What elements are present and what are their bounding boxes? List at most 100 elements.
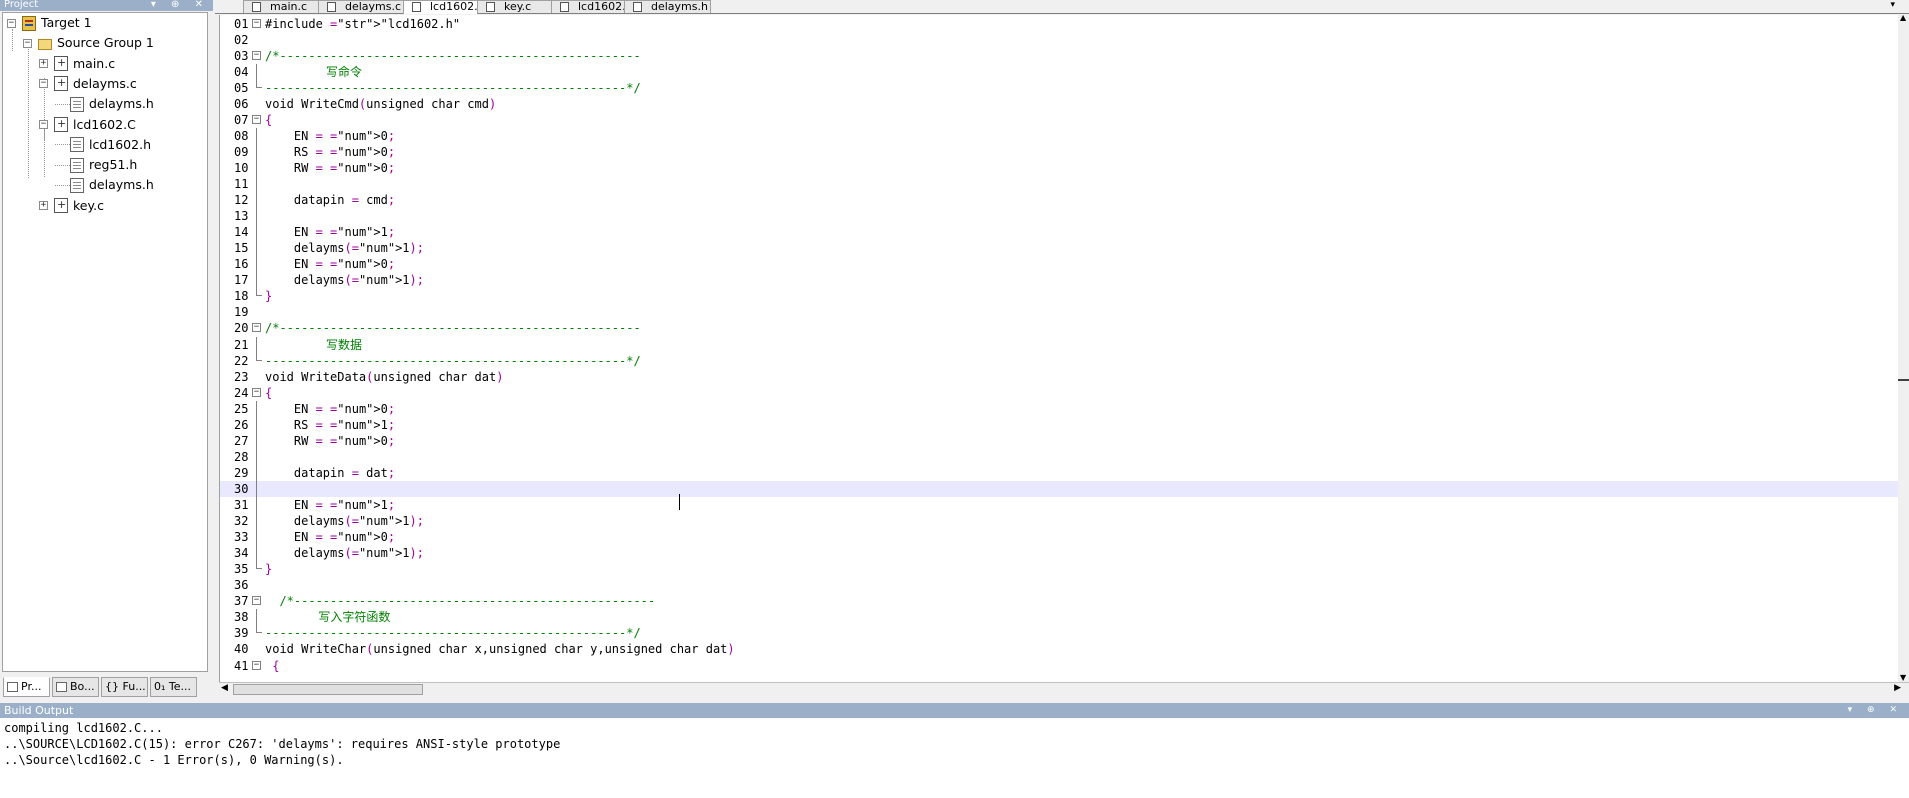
- code-line[interactable]: 06 void WriteCmd(unsigned char cmd): [220, 96, 1900, 112]
- scroll-left-icon[interactable]: ◀: [221, 683, 228, 693]
- expand-icon[interactable]: +: [39, 201, 48, 211]
- code-line[interactable]: 23 void WriteData(unsigned char dat): [220, 369, 1900, 385]
- code-line[interactable]: 26 RS = ="num">1;: [220, 416, 1900, 433]
- file-tab[interactable]: key.c: [477, 0, 552, 13]
- code-line[interactable]: 01− #include ="str">"lcd1602.h": [220, 16, 1900, 32]
- code-line[interactable]: 07−{: [220, 112, 1900, 128]
- horizontal-scrollbar[interactable]: ◀ ▶: [219, 682, 1909, 696]
- code-line[interactable]: 04 写命令: [220, 63, 1900, 80]
- file-tab[interactable]: delayms.h: [624, 0, 711, 13]
- code-line[interactable]: 14 EN = ="num">1;: [220, 224, 1900, 241]
- tree-item[interactable]: − Target 1: [7, 14, 92, 32]
- code-line[interactable]: 10 RW = ="num">0;: [220, 159, 1900, 176]
- tree-item[interactable]: delayms.h: [55, 95, 154, 113]
- tree-item-label: key.c: [73, 197, 104, 213]
- code-line[interactable]: 32 delayms(="num">1);: [220, 513, 1900, 530]
- file-icon: [252, 2, 261, 12]
- horizontal-scrollbar-thumb[interactable]: [233, 684, 423, 695]
- code-line[interactable]: 22 --------------------------------------…: [220, 352, 1900, 369]
- scroll-right-icon[interactable]: ▶: [1894, 683, 1901, 693]
- file-tab[interactable]: main.c: [243, 0, 319, 13]
- fold-guide-line: [256, 513, 257, 530]
- code-line[interactable]: 13: [220, 208, 1900, 225]
- fold-collapse-icon[interactable]: −: [252, 50, 261, 60]
- code-line[interactable]: 24−{: [220, 385, 1900, 401]
- code-line[interactable]: 21 写数据: [220, 336, 1900, 353]
- file-tab[interactable]: lcd1602.C: [403, 0, 485, 14]
- code-text: delayms(="num">1);: [265, 273, 424, 288]
- code-line[interactable]: 20−/*-----------------------------------…: [220, 320, 1900, 336]
- tree-item-label: delayms.c: [73, 75, 137, 91]
- code-line[interactable]: 34 delayms(="num">1);: [220, 545, 1900, 562]
- tree-item-label: lcd1602.h: [89, 136, 151, 152]
- expand-icon[interactable]: +: [39, 59, 48, 69]
- tree-item[interactable]: delayms.h: [55, 176, 154, 194]
- code-line[interactable]: 33 EN = ="num">0;: [220, 529, 1900, 546]
- fold-collapse-icon[interactable]: −: [252, 660, 261, 670]
- code-line[interactable]: 41− {: [220, 658, 1900, 674]
- fold-collapse-icon[interactable]: −: [252, 596, 261, 606]
- code-line[interactable]: 29 datapin = dat;: [220, 464, 1900, 481]
- tree-item[interactable]: − delayms.c: [39, 74, 137, 93]
- code-line[interactable]: 30: [220, 480, 1900, 497]
- tree-item[interactable]: + main.c: [39, 54, 115, 73]
- code-line[interactable]: 11: [220, 176, 1900, 192]
- code-line[interactable]: 03−/*-----------------------------------…: [220, 48, 1900, 64]
- code-line[interactable]: 05 --------------------------------------…: [220, 79, 1900, 96]
- line-number: 23: [234, 369, 249, 384]
- code-line[interactable]: 37− /*----------------------------------…: [220, 593, 1900, 609]
- build-output-text[interactable]: compiling lcd1602.C... ..\SOURCE\LCD1602.…: [0, 718, 1909, 798]
- scroll-down-icon[interactable]: ▼: [1900, 673, 1906, 682]
- code-line[interactable]: 25 EN = ="num">0;: [220, 400, 1900, 417]
- fold-collapse-icon[interactable]: −: [252, 323, 261, 333]
- code-line[interactable]: 17 delayms(="num">1);: [220, 272, 1900, 289]
- code-text: RS = ="num">1;: [265, 417, 396, 432]
- tabs-dropdown-icon[interactable]: ▾: [1890, 0, 1895, 10]
- fold-collapse-icon[interactable]: −: [252, 114, 261, 124]
- fold-collapse-icon[interactable]: −: [252, 18, 261, 28]
- code-line[interactable]: 08 EN = ="num">0;: [220, 127, 1900, 144]
- build-output-controls[interactable]: ▾ ⊕ ✕: [1848, 703, 1903, 718]
- scrollbar-thumb[interactable]: [1898, 379, 1909, 381]
- collapse-icon[interactable]: −: [23, 38, 32, 48]
- tree-item[interactable]: + key.c: [39, 196, 104, 215]
- file-tab[interactable]: lcd1602.h: [551, 0, 633, 13]
- fold-collapse-icon[interactable]: −: [252, 387, 261, 397]
- code-line[interactable]: 09 RS = ="num">0;: [220, 143, 1900, 160]
- tree-item[interactable]: − lcd1602.C: [39, 115, 136, 134]
- code-line[interactable]: 15 delayms(="num">1);: [220, 240, 1900, 257]
- tree-item[interactable]: reg51.h: [55, 156, 137, 174]
- collapse-icon[interactable]: −: [39, 79, 48, 89]
- panel-tab[interactable]: {} Fu...: [101, 677, 148, 697]
- file-tab[interactable]: delayms.c: [318, 0, 404, 13]
- code-line[interactable]: 36: [220, 577, 1900, 593]
- code-editor[interactable]: 01− #include ="str">"lcd1602.h" 02 03−/*---…: [219, 15, 1909, 682]
- line-number: 12: [234, 193, 249, 208]
- fold-guide-line: [256, 224, 257, 241]
- code-line[interactable]: 31 EN = ="num">1;: [220, 497, 1900, 513]
- tree-item[interactable]: lcd1602.h: [55, 136, 151, 154]
- scroll-up-icon[interactable]: ▲: [1900, 13, 1906, 22]
- project-tree[interactable]: −Target 1−Source Group 1+main.c−delayms.…: [2, 12, 208, 672]
- code-line[interactable]: 16 EN = ="num">0;: [220, 256, 1900, 273]
- code-line[interactable]: 40 void WriteChar(unsigned char x,unsigne…: [220, 641, 1900, 657]
- code-line[interactable]: 35}: [220, 561, 1900, 577]
- code-text: /*--------------------------------------…: [265, 321, 641, 336]
- code-line[interactable]: 02: [220, 32, 1900, 48]
- code-line[interactable]: 19: [220, 304, 1900, 320]
- code-line[interactable]: 28: [220, 448, 1900, 465]
- code-line[interactable]: 39 --------------------------------------…: [220, 625, 1900, 641]
- tree-item[interactable]: − Source Group 1: [23, 34, 154, 52]
- code-line[interactable]: 27 RW = ="num">0;: [220, 432, 1900, 449]
- panel-tab[interactable]: Pr...: [3, 677, 50, 697]
- code-line[interactable]: 12 datapin = cmd;: [220, 192, 1900, 209]
- code-text: EN = ="num">0;: [265, 530, 396, 545]
- panel-tab[interactable]: 0₁ Te...: [150, 677, 197, 697]
- vertical-scrollbar[interactable]: ▲ ▼: [1898, 13, 1909, 682]
- code-line[interactable]: 38 写入字符函数: [220, 609, 1900, 626]
- collapse-icon[interactable]: −: [7, 18, 16, 28]
- collapse-icon[interactable]: −: [39, 120, 48, 129]
- panel-tab[interactable]: Bo...: [52, 677, 99, 697]
- code-line[interactable]: 18}: [220, 288, 1900, 304]
- project-panel-controls[interactable]: ▾ ⊕ ✕: [151, 0, 209, 10]
